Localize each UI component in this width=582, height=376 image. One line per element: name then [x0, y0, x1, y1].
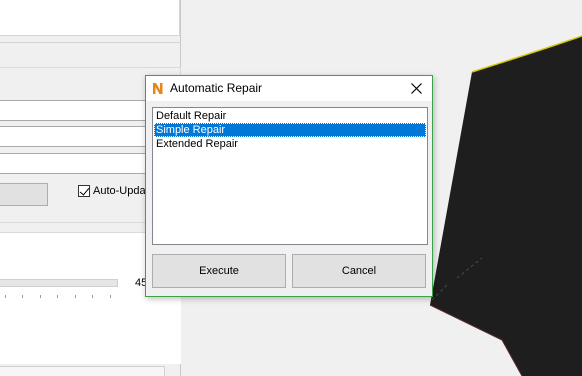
panel-button[interactable]: [0, 183, 48, 206]
dialog-titlebar[interactable]: Automatic Repair: [146, 76, 432, 101]
list-item-simple-repair[interactable]: Simple Repair: [154, 123, 426, 137]
slider-tick: [92, 295, 93, 298]
auto-update-label: Auto-Upda: [93, 185, 146, 197]
execute-button[interactable]: Execute: [152, 254, 286, 288]
close-icon[interactable]: [410, 83, 422, 94]
list-item-extended-repair[interactable]: Extended Repair: [154, 137, 426, 151]
checkbox-checked-icon[interactable]: [78, 185, 90, 197]
panel-separator: [0, 42, 181, 43]
dialog-title: Automatic Repair: [170, 81, 263, 95]
panel-input-2[interactable]: [0, 126, 150, 147]
panel-header-area: [0, 0, 180, 36]
slider-tick: [57, 295, 58, 298]
slider-tick: [22, 295, 23, 298]
panel-input-1[interactable]: [0, 100, 150, 121]
netfabb-logo-icon: [151, 82, 164, 95]
close-button[interactable]: [400, 76, 432, 101]
slider-tick: [75, 295, 76, 298]
slider-tick: [110, 295, 111, 298]
model-body: [430, 36, 582, 376]
list-item-default-repair[interactable]: Default Repair: [154, 109, 426, 123]
auto-update-checkbox[interactable]: Auto-Upda: [78, 185, 146, 197]
slider-tick: [40, 295, 41, 298]
repair-type-listbox[interactable]: Default Repair Simple Repair Extended Re…: [152, 107, 428, 245]
cancel-button[interactable]: Cancel: [292, 254, 426, 288]
automatic-repair-dialog: Automatic Repair Default Repair Simple R…: [145, 75, 433, 297]
panel-bottom-box: [0, 366, 165, 376]
slider-track[interactable]: [0, 279, 118, 287]
panel-input-3[interactable]: [0, 153, 150, 174]
slider-tick: [5, 295, 6, 298]
